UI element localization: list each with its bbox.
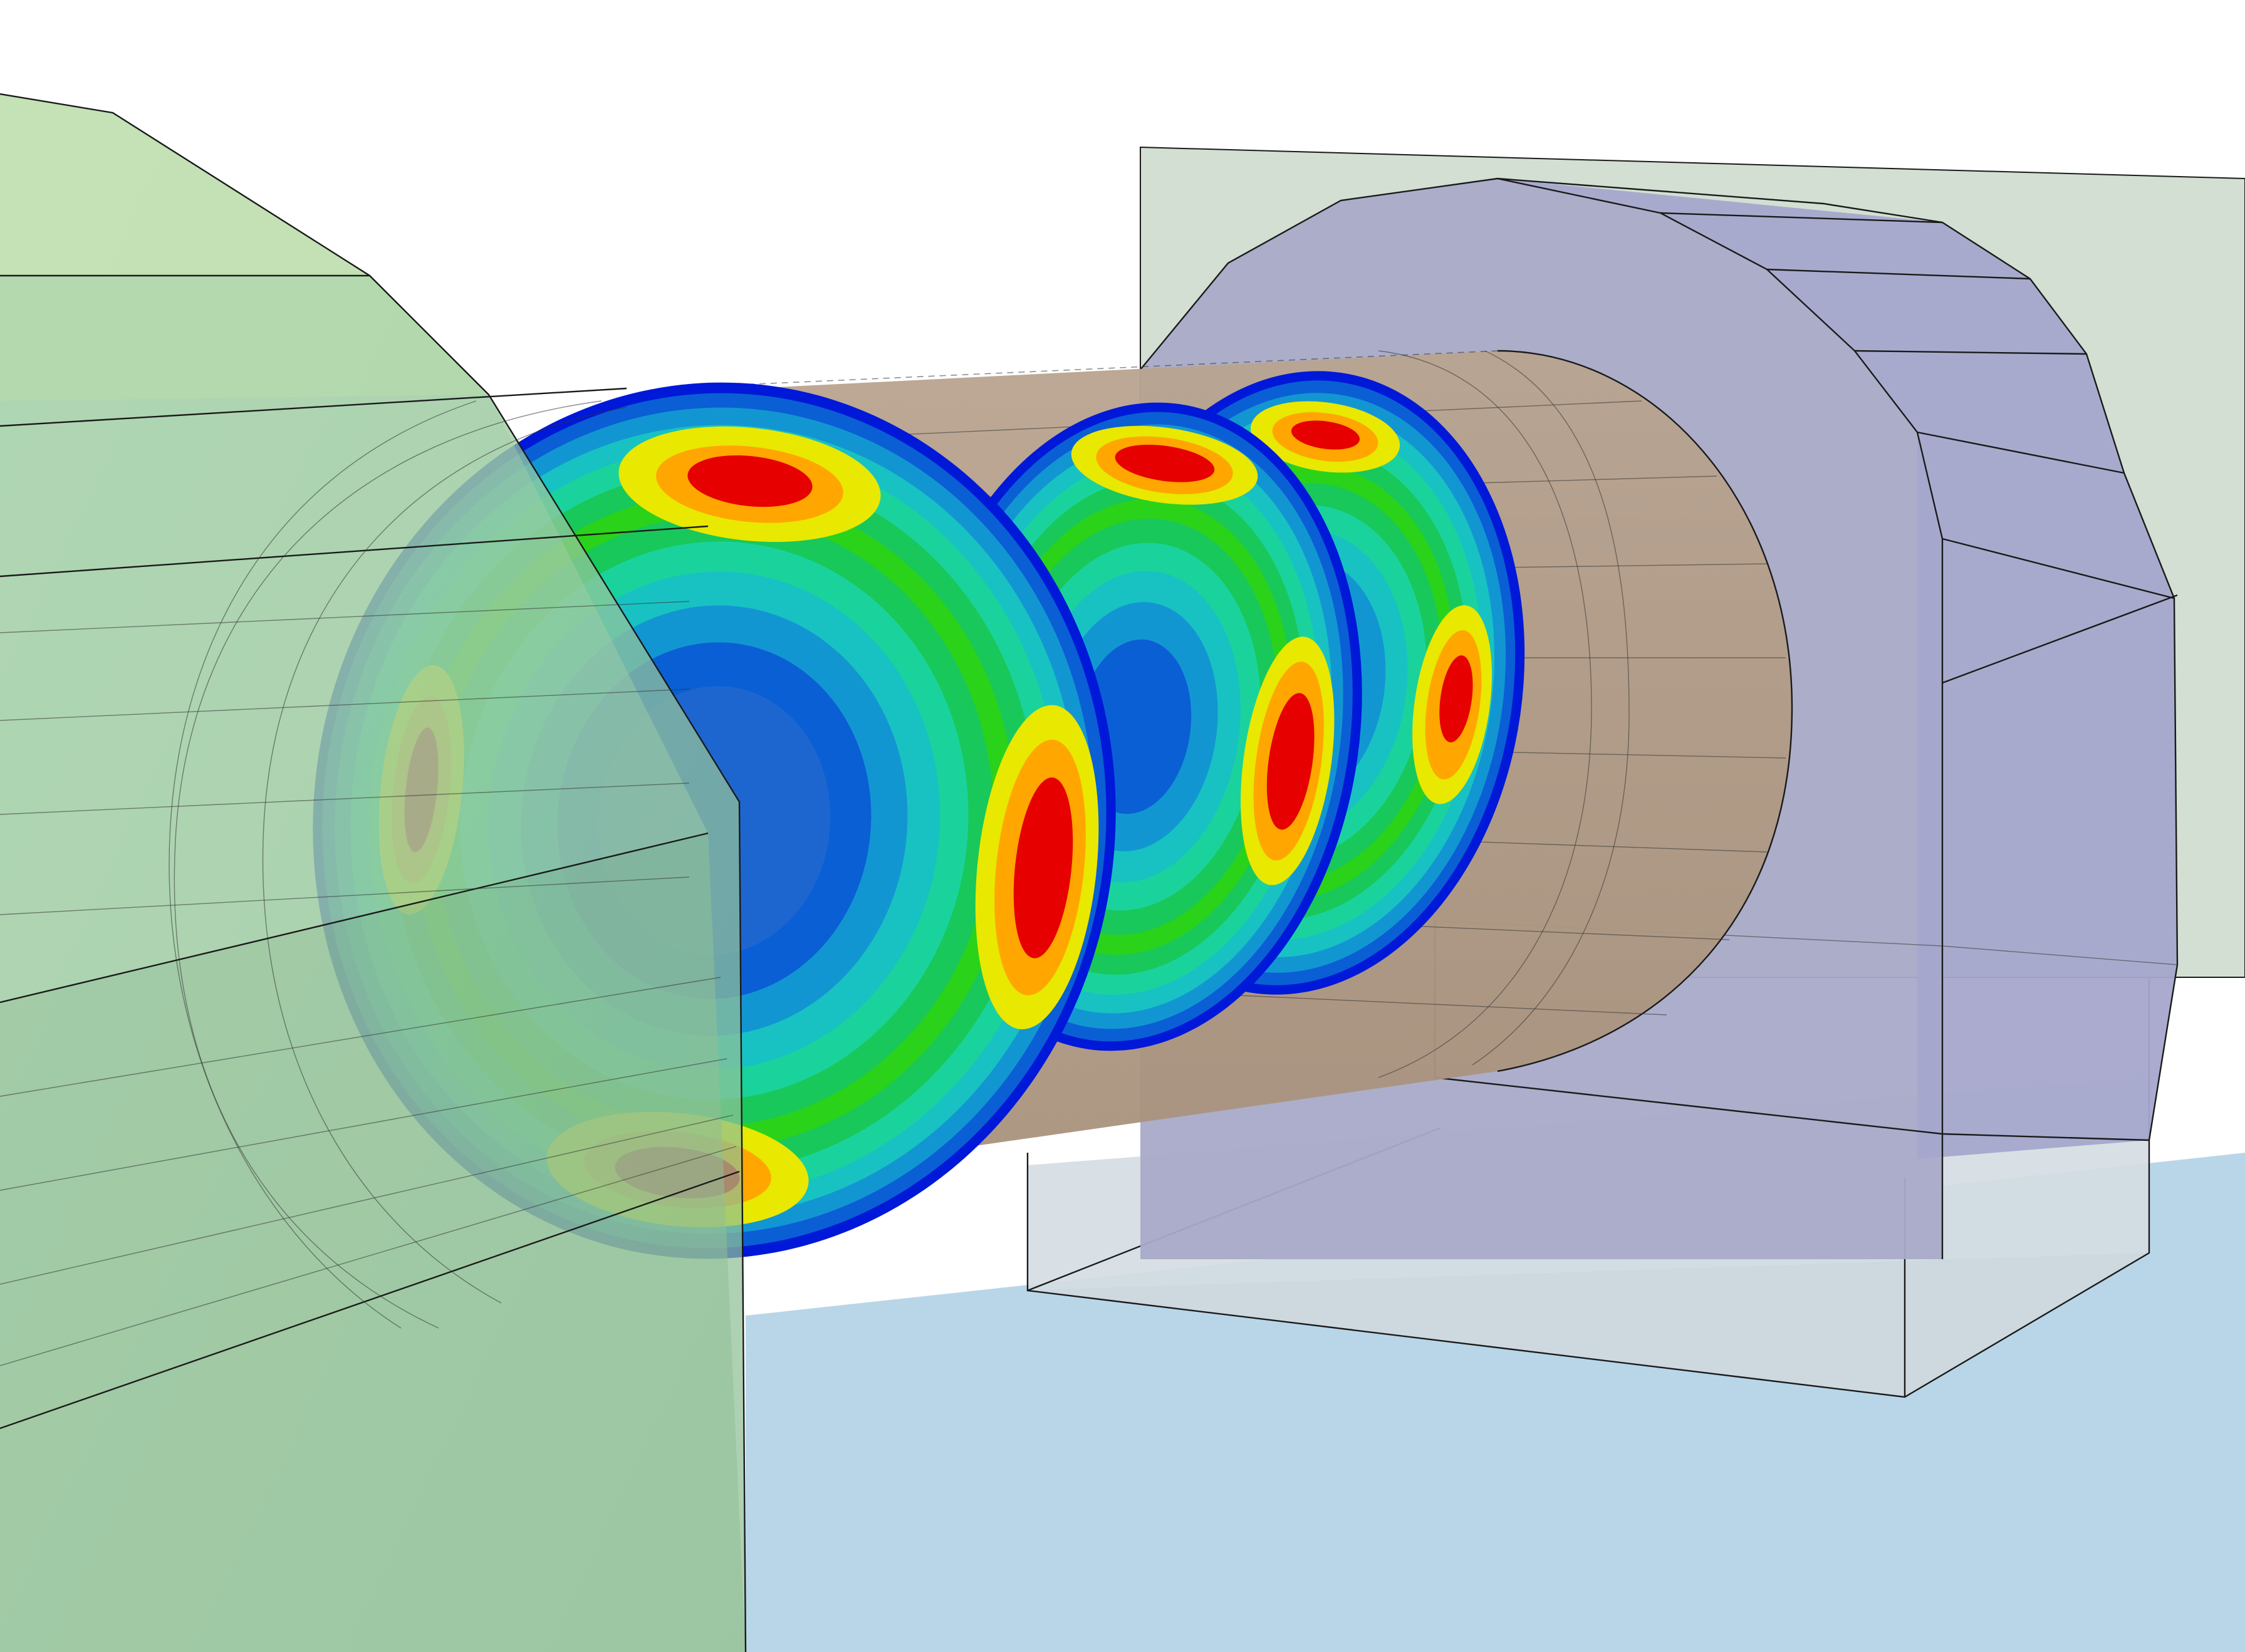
fem-tunnel-scene bbox=[0, 93, 2245, 1652]
left-soil-block bbox=[0, 93, 747, 1652]
